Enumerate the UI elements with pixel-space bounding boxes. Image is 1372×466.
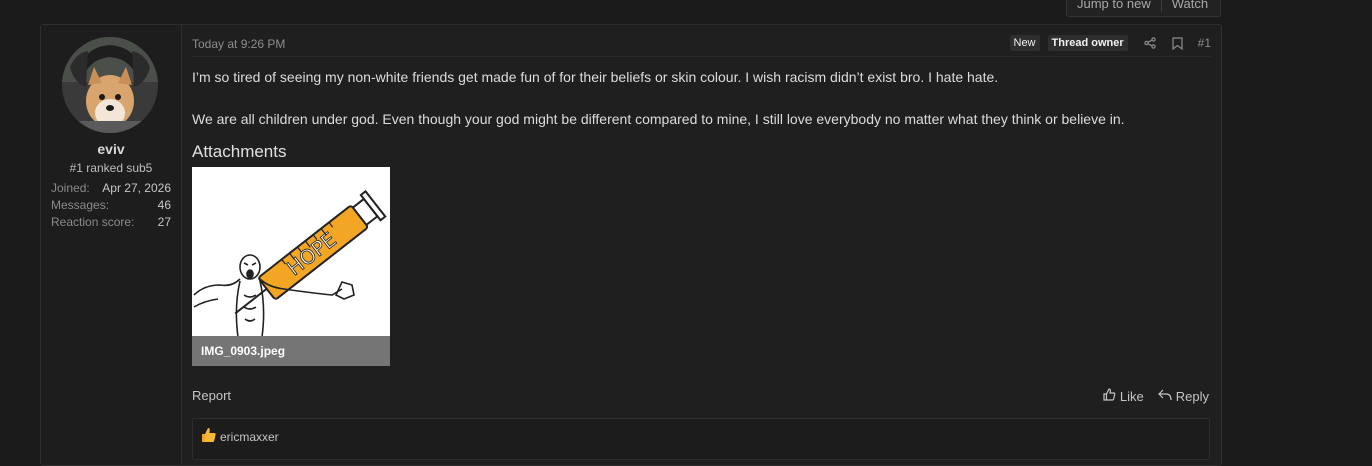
watch-button[interactable]: Watch (1162, 0, 1218, 16)
user-panel: eviv #1 ranked sub5 Joined: Apr 27, 2026… (41, 25, 182, 465)
stat-label: Joined: (51, 181, 90, 195)
stat-label: Messages: (51, 198, 110, 212)
attachments-heading: Attachments (192, 142, 287, 161)
post-timestamp[interactable]: Today at 9:26 PM (192, 37, 285, 51)
post-number[interactable]: #1 (1198, 36, 1211, 50)
post-actions: Like Reply (1103, 388, 1209, 404)
divider (192, 56, 1211, 57)
user-title: #1 ranked sub5 (69, 161, 153, 175)
bookmark-icon[interactable] (1171, 36, 1185, 50)
reactions-bar[interactable]: ericmaxxer (192, 418, 1210, 460)
stat-value: 46 (157, 198, 171, 212)
post-meta-actions: New Thread owner #1 (1009, 35, 1211, 51)
post-body-paragraph: We are all children under god. Even thou… (192, 111, 1125, 127)
username[interactable]: eviv (41, 141, 181, 157)
stat-value: Apr 27, 2026 (102, 181, 171, 195)
attachment-filename[interactable]: IMG_0903.jpeg (192, 336, 390, 366)
share-icon[interactable] (1143, 36, 1157, 50)
stat-value: 27 (157, 215, 171, 229)
stat-reaction-score: Reaction score: 27 (51, 215, 171, 229)
avatar[interactable] (62, 37, 158, 133)
reaction-user[interactable]: ericmaxxer (220, 430, 279, 444)
reply-icon (1157, 389, 1172, 404)
like-button[interactable]: Like (1103, 388, 1144, 404)
like-label: Like (1119, 388, 1144, 404)
jump-to-new-button[interactable]: Jump to new (1067, 0, 1161, 16)
new-badge: New (1009, 35, 1040, 51)
report-link[interactable]: Report (192, 388, 231, 403)
thumbs-up-icon (201, 427, 217, 446)
post: eviv #1 ranked sub5 Joined: Apr 27, 2026… (40, 24, 1222, 466)
thread-actions-bar: Jump to new Watch (1066, 0, 1221, 17)
reply-label: Reply (1175, 388, 1209, 404)
thread-owner-badge: Thread owner (1047, 35, 1128, 51)
thumbs-up-icon (1103, 388, 1116, 404)
attachment-thumbnail[interactable]: HOPE IMG_0903.jpeg (192, 167, 390, 366)
stat-joined: Joined: Apr 27, 2026 (51, 181, 171, 195)
stat-label: Reaction score: (51, 215, 135, 229)
reply-button[interactable]: Reply (1157, 388, 1209, 404)
reaction-summary: ericmaxxer (201, 427, 279, 446)
post-body-paragraph: I’m so tired of seeing my non-white frie… (192, 69, 999, 85)
stat-messages: Messages: 46 (51, 198, 171, 212)
